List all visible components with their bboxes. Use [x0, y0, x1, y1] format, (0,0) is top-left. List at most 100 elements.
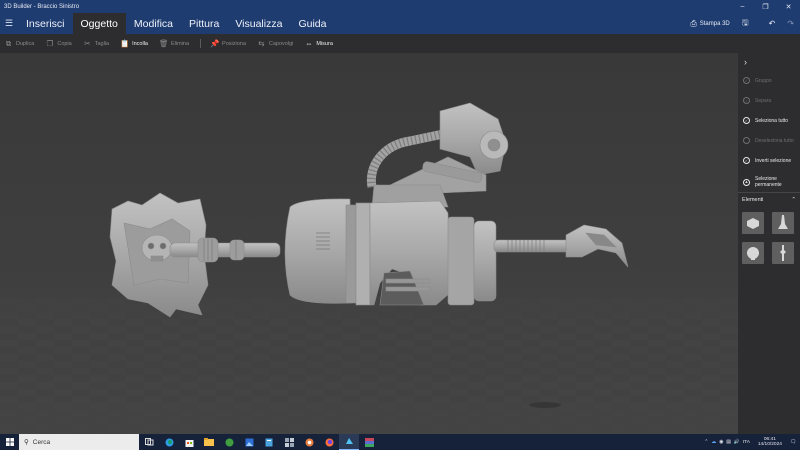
panel-item-gruppo[interactable]: ✓ Gruppo — [743, 77, 799, 84]
tab-visualizza[interactable]: Visualizza — [227, 13, 290, 34]
panel-item-selezione-permanente[interactable]: ▲ Selezione permanente — [743, 176, 799, 188]
file-explorer-icon[interactable] — [199, 434, 219, 450]
volume-icon[interactable]: 🔊 — [734, 440, 740, 445]
measure-button[interactable]: ⇔ Misura — [304, 39, 333, 48]
ungroup-icon: ✓ — [743, 97, 750, 104]
panel-item-label: Gruppo — [755, 77, 772, 84]
mirror-label: Capovolgi — [268, 40, 294, 47]
delete-button[interactable]: 🗑 Elimina — [159, 39, 189, 48]
mirror-button[interactable]: ⇆ Capovolgi — [257, 39, 293, 48]
mirror-icon: ⇆ — [258, 39, 265, 48]
search-placeholder: Cerca — [32, 438, 51, 446]
maximize-button[interactable]: ❐ — [754, 0, 777, 13]
panel-item-deseleziona-tutto[interactable]: Deseleziona tutto — [743, 137, 799, 144]
save-button[interactable]: 🖫 — [736, 13, 755, 34]
title-bar: 3D Builder - Braccio Sinistro – ❐ ✕ — [0, 0, 800, 13]
redo-button[interactable]: ↷ — [781, 13, 800, 34]
paste-button[interactable]: 📋 Incolla — [120, 39, 148, 48]
hamburger-menu-icon[interactable]: ☰ — [0, 13, 18, 34]
copy-button[interactable]: ❐ Copia — [45, 39, 71, 48]
redo-icon: ↷ — [787, 19, 794, 28]
system-tray: ⌃ ☁ ◉ ▤ 🔊 ITA 06:41 14/10/2024 🗨 — [704, 434, 800, 450]
panel-item-inverti-selezione[interactable]: ✓ Inverti selezione — [743, 157, 799, 164]
element-thumbnail-2[interactable] — [772, 212, 794, 234]
invert-selection-icon: ✓ — [743, 157, 750, 164]
print-3d-button[interactable]: ⎙ Stampa 3D — [684, 13, 735, 34]
save-icon: 🖫 — [741, 17, 749, 27]
keyboard-language-indicator[interactable]: ITA — [743, 440, 750, 445]
3d-builder-taskbar-icon[interactable] — [339, 434, 359, 450]
taskbar-search-box[interactable]: ⚲ Cerca — [19, 434, 139, 450]
pin-icon: 📌 — [210, 39, 220, 48]
xbox-icon[interactable] — [219, 434, 239, 450]
media-app-icon[interactable] — [299, 434, 319, 450]
printer-icon: ⎙ — [690, 18, 697, 28]
elements-header: Elementi ⌃ — [742, 197, 796, 203]
panel-item-label: Inverti selezione — [755, 157, 792, 164]
cut-label: Taglia — [94, 40, 110, 47]
windows-logo-icon — [5, 438, 14, 446]
collapse-up-chevron-icon[interactable]: ⌃ — [791, 197, 796, 203]
edge-browser-icon[interactable] — [159, 434, 179, 450]
tab-pittura[interactable]: Pittura — [181, 13, 227, 34]
tab-guida[interactable]: Guida — [290, 13, 334, 34]
panel-item-label: Separa — [755, 97, 772, 104]
notepad-icon[interactable] — [259, 434, 279, 450]
duplicate-label: Duplica — [16, 40, 35, 47]
clipboard-icon: 📋 — [120, 39, 130, 48]
panel-divider — [738, 192, 800, 193]
cut-button[interactable]: ✂ Taglia — [83, 39, 109, 48]
collapse-panel-chevron-icon[interactable]: › — [744, 57, 747, 67]
show-hidden-icons-chevron-icon[interactable]: ⌃ — [704, 440, 708, 445]
undo-icon: ↶ — [768, 19, 776, 28]
task-view-icon[interactable] — [139, 434, 159, 450]
group-icon: ✓ — [743, 77, 750, 84]
ribbon-tabs: ☰ Inserisci Oggetto Modifica Pittura Vis… — [0, 13, 800, 34]
deselect-icon — [743, 137, 750, 144]
measure-label: Misura — [316, 40, 333, 47]
3d-viewport[interactable] — [0, 53, 738, 434]
floor-shadow — [529, 402, 561, 408]
trash-icon: 🗑 — [159, 39, 169, 48]
undo-button[interactable]: ↶ — [755, 13, 782, 34]
copy-icon: ❐ — [46, 39, 54, 48]
network-icon[interactable]: ▤ — [726, 440, 731, 445]
element-thumbnail-4[interactable] — [772, 242, 794, 264]
element-thumbnail-1[interactable] — [742, 212, 764, 234]
close-button[interactable]: ✕ — [777, 0, 800, 13]
app-window: 3D Builder - Braccio Sinistro – ❐ ✕ ☰ In… — [0, 0, 800, 450]
winrar-icon[interactable] — [359, 434, 379, 450]
selection-panel: › ✓ Gruppo ✓ Separa ✓ Seleziona tutto De… — [738, 53, 800, 434]
tools-icon[interactable] — [279, 434, 299, 450]
element-thumbnail-3[interactable] — [742, 242, 764, 264]
copy-label: Copia — [57, 40, 72, 47]
tab-inserisci[interactable]: Inserisci — [18, 13, 73, 34]
select-all-icon: ✓ — [743, 117, 750, 124]
taskbar-clock[interactable]: 06:41 14/10/2024 — [753, 437, 787, 448]
panel-item-label: Deseleziona tutto — [755, 137, 794, 144]
microsoft-store-icon[interactable] — [179, 434, 199, 450]
toolbar-divider — [200, 39, 202, 48]
elements-label: Elementi — [742, 197, 764, 203]
scene-svg — [0, 53, 738, 434]
panel-item-label: Selezione permanente — [755, 176, 782, 188]
print-3d-label: Stampa 3D — [699, 20, 730, 27]
search-icon: ⚲ — [24, 439, 29, 446]
position-label: Posiziona — [222, 40, 246, 47]
duplicate-button[interactable]: ⧉ Duplica — [4, 38, 35, 49]
tab-modifica[interactable]: Modifica — [126, 13, 181, 34]
firefox-icon[interactable] — [319, 434, 339, 450]
notifications-icon[interactable]: 🗨 — [790, 440, 796, 445]
panel-item-seleziona-tutto[interactable]: ✓ Seleziona tutto — [743, 117, 799, 124]
security-shield-icon[interactable]: ◉ — [719, 440, 723, 445]
position-button[interactable]: 📌 Posiziona — [210, 39, 246, 48]
photos-icon[interactable] — [239, 434, 259, 450]
window-title: 3D Builder - Braccio Sinistro — [4, 3, 80, 10]
clock-date: 14/10/2024 — [757, 442, 782, 447]
duplicate-icon: ⧉ — [5, 38, 12, 48]
start-button[interactable] — [0, 434, 19, 450]
onedrive-icon[interactable]: ☁ — [711, 440, 716, 445]
panel-item-separa[interactable]: ✓ Separa — [743, 97, 799, 104]
tab-oggetto[interactable]: Oggetto — [72, 13, 126, 34]
minimize-button[interactable]: – — [731, 0, 754, 13]
